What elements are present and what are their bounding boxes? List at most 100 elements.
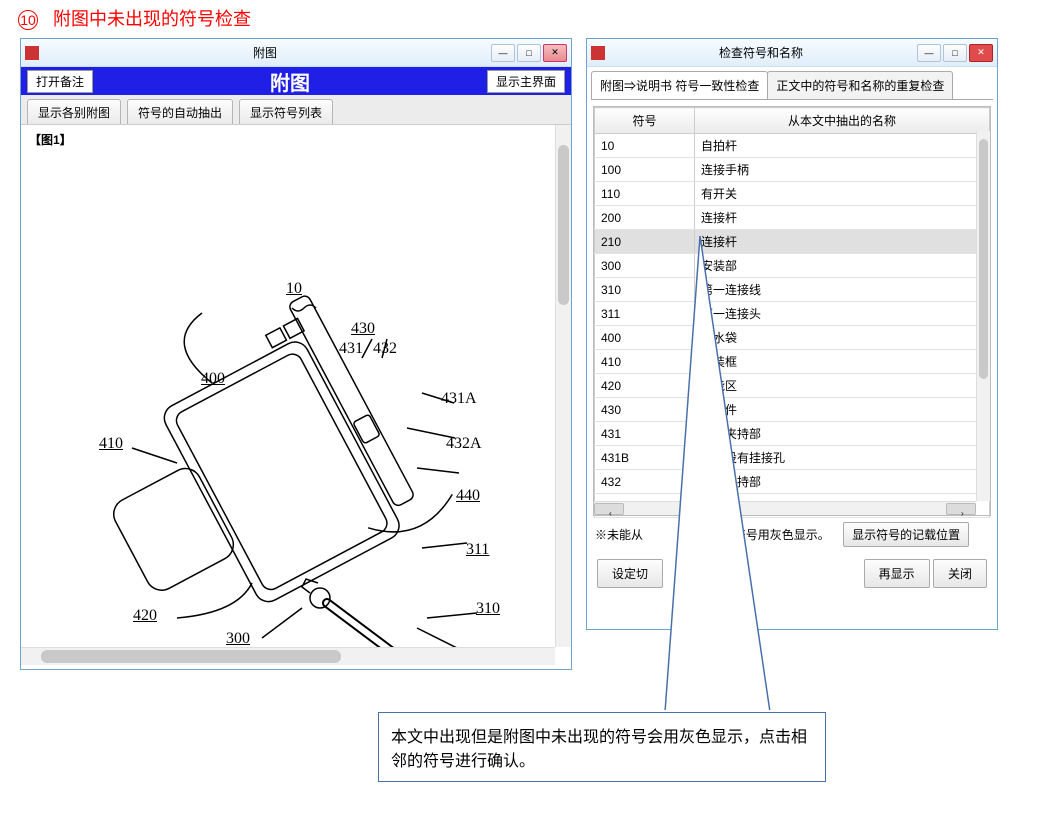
table-row[interactable]: 310第一连接线	[595, 278, 990, 302]
table-row[interactable]: 431B区域设有挂接孔	[595, 446, 990, 470]
figure-window-title: 附图	[39, 44, 491, 61]
cell-symbol: 311	[595, 302, 695, 326]
callout-10: 10	[286, 280, 302, 298]
close-button[interactable]: ✕	[543, 44, 567, 62]
minimize-button[interactable]: —	[917, 44, 941, 62]
cell-name: 自拍杆	[695, 134, 990, 158]
cell-symbol: 420	[595, 374, 695, 398]
show-main-button[interactable]: 显示主界面	[487, 70, 565, 93]
callout-432: 432	[373, 340, 397, 358]
check-window-buttons: 设定切 再显示 关闭	[587, 551, 997, 596]
cell-symbol: 110	[595, 182, 695, 206]
check-window-titlebar[interactable]: 检查符号和名称 — □ ✕	[587, 39, 997, 67]
callout-300: 300	[226, 630, 250, 648]
settings-switch-button[interactable]: 设定切	[597, 559, 663, 588]
callout-431: 431	[339, 340, 363, 358]
figure-canvas: 【图1】	[21, 125, 571, 665]
figure-horizontal-scrollbar[interactable]	[21, 647, 555, 665]
note-suffix: 出的符号用灰色显示。	[710, 528, 830, 542]
cell-name: 安装框	[695, 350, 990, 374]
callout-440: 440	[456, 487, 480, 505]
cell-name: 第一连接线	[695, 278, 990, 302]
symbol-table: 符号 从本文中抽出的名称 10自拍杆100连接手柄110有开关200连接杆210…	[594, 107, 990, 518]
tab-show-symbol-list[interactable]: 显示符号列表	[239, 99, 333, 124]
annotation-text: 附图中未出现的符号检查	[53, 9, 251, 29]
callout-310: 310	[476, 600, 500, 618]
callout-420: 420	[133, 607, 157, 625]
explanation-callout: 本文中出现但是附图中未出现的符号会用灰色显示，点击相邻的符号进行确认。	[378, 712, 826, 782]
table-row[interactable]: 420功能区	[595, 374, 990, 398]
cell-name: 区域设有挂接孔	[695, 446, 990, 470]
scroll-right-button[interactable]: ›	[946, 503, 976, 515]
table-row[interactable]: 400防水袋	[595, 326, 990, 350]
app-icon	[591, 46, 605, 60]
open-memo-button[interactable]: 打开备注	[27, 70, 93, 93]
cell-name: 连接手柄	[695, 158, 990, 182]
table-row[interactable]: 311第一连接头	[595, 302, 990, 326]
cell-symbol: 200	[595, 206, 695, 230]
show-symbol-position-button[interactable]: 显示符号的记载位置	[843, 522, 969, 547]
callout-410: 410	[99, 435, 123, 453]
tab-show-individual[interactable]: 显示各别附图	[27, 99, 121, 124]
col-name[interactable]: 从本文中抽出的名称	[695, 108, 990, 134]
cell-name: 连接杆	[695, 230, 990, 254]
cell-symbol: 310	[595, 278, 695, 302]
cell-name: 第二夹持部	[695, 470, 990, 494]
cell-name: 功能区	[695, 374, 990, 398]
table-horizontal-scrollbar[interactable]: ‹ ›	[594, 501, 976, 515]
tab-duplicate-check[interactable]: 正文中的符号和名称的重复检查	[767, 71, 953, 99]
table-row[interactable]: 410安装框	[595, 350, 990, 374]
table-row[interactable]: 300安装部	[595, 254, 990, 278]
minimize-button[interactable]: —	[491, 44, 515, 62]
table-row[interactable]: 100连接手柄	[595, 158, 990, 182]
cell-symbol: 432	[595, 470, 695, 494]
figure-window-titlebar[interactable]: 附图 — □ ✕	[21, 39, 571, 67]
table-vertical-scrollbar[interactable]	[976, 131, 990, 501]
grey-note: ※未能从 出的符号用灰色显示。 显示符号的记载位置	[595, 522, 989, 547]
note-prefix: ※未能从	[595, 528, 643, 542]
col-symbol[interactable]: 符号	[595, 108, 695, 134]
callout-431A: 431A	[441, 390, 477, 408]
check-window-title: 检查符号和名称	[605, 44, 917, 61]
table-row[interactable]: 200连接杆	[595, 206, 990, 230]
table-row[interactable]: 432第二夹持部	[595, 470, 990, 494]
figure-big-title: 附图	[93, 67, 487, 96]
page-annotation-title: 10 附图中未出现的符号检查	[18, 5, 251, 31]
symbol-table-container: 符号 从本文中抽出的名称 10自拍杆100连接手柄110有开关200连接杆210…	[593, 106, 991, 516]
cell-name: 连接杆	[695, 206, 990, 230]
callout-400: 400	[201, 370, 225, 388]
cell-symbol: 10	[595, 134, 695, 158]
maximize-button[interactable]: □	[943, 44, 967, 62]
close-button[interactable]: ✕	[969, 44, 993, 62]
annotation-number: 10	[18, 10, 38, 30]
table-row[interactable]: 110有开关	[595, 182, 990, 206]
cell-symbol: 100	[595, 158, 695, 182]
cell-symbol: 431B	[595, 446, 695, 470]
cell-symbol: 210	[595, 230, 695, 254]
cell-symbol: 430	[595, 398, 695, 422]
cell-name: 第一连接头	[695, 302, 990, 326]
figure-vertical-scrollbar[interactable]	[555, 125, 571, 647]
table-row[interactable]: 210连接杆	[595, 230, 990, 254]
cell-name: 密封件	[695, 398, 990, 422]
cell-symbol: 431	[595, 422, 695, 446]
maximize-button[interactable]: □	[517, 44, 541, 62]
close-button-bottom[interactable]: 关闭	[933, 559, 987, 588]
tab-auto-extract[interactable]: 符号的自动抽出	[127, 99, 233, 124]
cell-symbol: 410	[595, 350, 695, 374]
redisplay-button[interactable]: 再显示	[864, 559, 930, 588]
table-row[interactable]: 10自拍杆	[595, 134, 990, 158]
callout-432A: 432A	[446, 435, 482, 453]
cell-symbol: 300	[595, 254, 695, 278]
table-row[interactable]: 431第一夹持部	[595, 422, 990, 446]
tab-consistency-check[interactable]: 附图⇒说明书 符号一致性检查	[591, 71, 768, 99]
table-row[interactable]: 430密封件	[595, 398, 990, 422]
cell-symbol: 400	[595, 326, 695, 350]
check-tabs: 附图⇒说明书 符号一致性检查 正文中的符号和名称的重复检查	[591, 71, 993, 100]
figure-window: 附图 — □ ✕ 打开备注 附图 显示主界面 显示各别附图 符号的自动抽出 显示…	[20, 38, 572, 670]
figure-bluebar: 打开备注 附图 显示主界面	[21, 67, 571, 95]
scroll-left-button[interactable]: ‹	[594, 503, 624, 515]
check-window: 检查符号和名称 — □ ✕ 附图⇒说明书 符号一致性检查 正文中的符号和名称的重…	[586, 38, 998, 630]
callout-311: 311	[466, 541, 489, 559]
cell-name: 安装部	[695, 254, 990, 278]
